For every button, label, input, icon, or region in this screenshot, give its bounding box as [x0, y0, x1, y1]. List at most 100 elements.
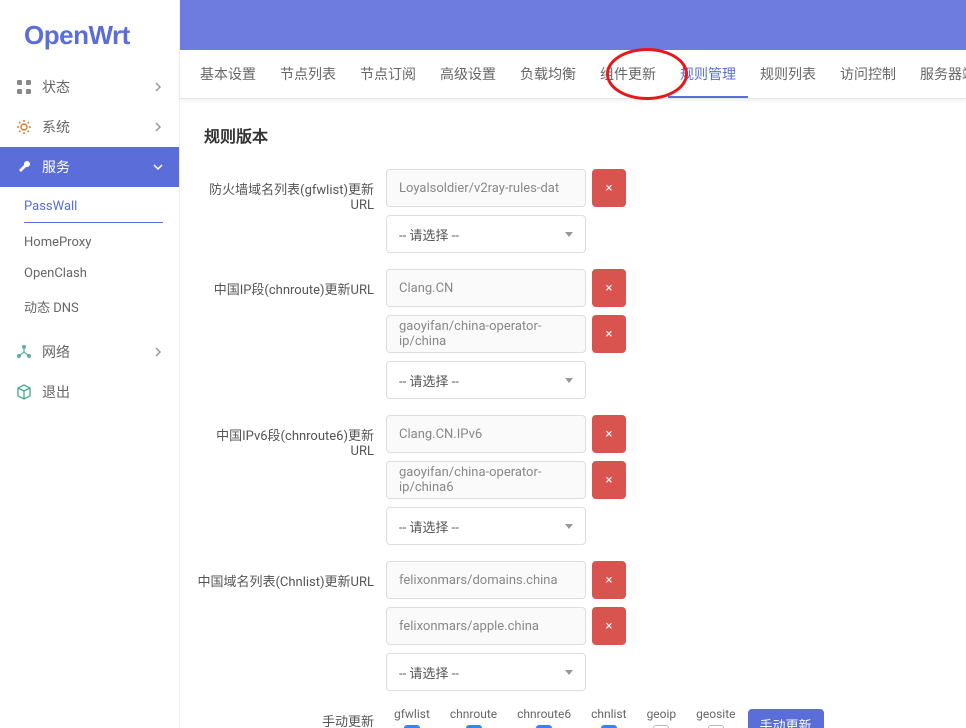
form-label-chnroute: 中国IP段(chnroute)更新URL: [196, 269, 386, 298]
chk-group-chnroute6: chnroute6 ✓: [517, 707, 571, 728]
section-title: 规则版本: [196, 123, 950, 147]
close-icon: ×: [606, 619, 613, 634]
sidebar: OpenWrt 状态 系统: [0, 0, 180, 728]
chevron-right-icon: [153, 347, 163, 357]
tab-rule-list[interactable]: 规则列表: [748, 50, 828, 98]
input-value: felixonmars/domains.china: [399, 573, 558, 588]
chevron-down-icon: [153, 162, 163, 172]
gear-icon: [16, 119, 32, 135]
network-icon: [16, 344, 32, 360]
checkbox-label: chnroute6: [517, 707, 571, 721]
checkbox-label: chnlist: [591, 707, 626, 721]
sidebar-item-network[interactable]: 网络: [0, 332, 179, 372]
sidebar-item-status[interactable]: 状态: [0, 67, 179, 107]
input-value: Loyalsoldier/v2ray-rules-dat: [399, 181, 559, 196]
checkbox-label: gfwlist: [394, 707, 430, 721]
chk-group-chnroute: chnroute ✓: [450, 707, 497, 728]
chk-group-chnlist: chnlist ✓: [591, 707, 626, 728]
form-row-manual-update: 手动更新 gfwlist ✓ chnroute ✓ chnroute6: [196, 707, 950, 728]
tab-advanced[interactable]: 高级设置: [428, 50, 508, 98]
subnav-item-homeproxy[interactable]: HomeProxy: [0, 227, 179, 258]
form-row-gfwlist: 防火墙域名列表(gfwlist)更新URL Loyalsoldier/v2ray…: [196, 169, 950, 261]
chevron-right-icon: [153, 82, 163, 92]
chk-group-geosite: geosite: [696, 707, 735, 728]
close-icon: ×: [606, 427, 613, 442]
tab-component-update[interactable]: 组件更新: [588, 50, 668, 98]
input-value: Clang.CN: [399, 281, 453, 296]
chnroute-url-input-0[interactable]: Clang.CN: [386, 269, 586, 307]
manual-update-button[interactable]: 手动更新: [748, 709, 824, 728]
select-placeholder: -- 请选择 --: [399, 663, 459, 682]
chnroute6-select[interactable]: -- 请选择 --: [386, 507, 586, 545]
sidebar-item-label: 服务: [42, 157, 153, 177]
main-area: 基本设置 节点列表 节点订阅 高级设置 负载均衡 组件更新 规则管理 规则列表 …: [180, 0, 966, 728]
tab-node-list[interactable]: 节点列表: [268, 50, 348, 98]
tab-node-subscribe[interactable]: 节点订阅: [348, 50, 428, 98]
tab-basic-settings[interactable]: 基本设置: [188, 50, 268, 98]
checkbox-label: chnroute: [450, 707, 497, 721]
sidebar-item-system[interactable]: 系统: [0, 107, 179, 147]
form-row-chnroute6: 中国IPv6段(chnroute6)更新URL Clang.CN.IPv6 × …: [196, 415, 950, 553]
close-icon: ×: [606, 281, 613, 296]
chnlist-select[interactable]: -- 请选择 --: [386, 653, 586, 691]
checkbox-label: geoip: [647, 707, 677, 721]
content-area: 规则版本 防火墙域名列表(gfwlist)更新URL Loyalsoldier/…: [180, 99, 966, 728]
chnroute-select[interactable]: -- 请选择 --: [386, 361, 586, 399]
checkbox-label: geosite: [696, 707, 735, 721]
tabbar: 基本设置 节点列表 节点订阅 高级设置 负载均衡 组件更新 规则管理 规则列表 …: [180, 50, 966, 99]
sidebar-item-services[interactable]: 服务: [0, 147, 179, 187]
input-value: Clang.CN.IPv6: [399, 427, 482, 442]
delete-button[interactable]: ×: [592, 561, 626, 599]
chk-group-gfwlist: gfwlist ✓: [394, 707, 430, 728]
form-label-manual-update: 手动更新: [196, 707, 386, 728]
form-label-chnlist: 中国域名列表(Chnlist)更新URL: [196, 561, 386, 590]
input-value: gaoyifan/china-operator-ip/china: [399, 319, 573, 349]
close-icon: ×: [606, 573, 613, 588]
close-icon: ×: [606, 327, 613, 342]
chevron-down-icon: [565, 232, 573, 237]
brand-logo: OpenWrt: [0, 0, 179, 67]
chnlist-url-input-1[interactable]: felixonmars/apple.china: [386, 607, 586, 645]
chnroute-url-input-1[interactable]: gaoyifan/china-operator-ip/china: [386, 315, 586, 353]
brand-suffix: Wrt: [88, 20, 129, 50]
subnav-item-passwall[interactable]: PassWall: [24, 191, 163, 223]
sidebar-item-label: 退出: [42, 382, 163, 402]
close-icon: ×: [606, 181, 613, 196]
form-label-gfwlist: 防火墙域名列表(gfwlist)更新URL: [196, 169, 386, 213]
delete-button[interactable]: ×: [592, 269, 626, 307]
tab-rule-manage[interactable]: 规则管理: [668, 50, 748, 98]
form-row-chnlist: 中国域名列表(Chnlist)更新URL felixonmars/domains…: [196, 561, 950, 699]
topbar: [180, 0, 966, 50]
sidebar-item-label: 状态: [42, 77, 153, 97]
chnroute6-url-input-0[interactable]: Clang.CN.IPv6: [386, 415, 586, 453]
gfwlist-select[interactable]: -- 请选择 --: [386, 215, 586, 253]
select-placeholder: -- 请选择 --: [399, 225, 459, 244]
tab-access-control[interactable]: 访问控制: [828, 50, 908, 98]
tab-server[interactable]: 服务器端: [908, 50, 966, 98]
delete-button[interactable]: ×: [592, 607, 626, 645]
select-placeholder: -- 请选择 --: [399, 517, 459, 536]
chevron-down-icon: [565, 378, 573, 383]
sidebar-item-logout[interactable]: 退出: [0, 372, 179, 412]
chnroute6-url-input-1[interactable]: gaoyifan/china-operator-ip/china6: [386, 461, 586, 499]
delete-button[interactable]: ×: [592, 415, 626, 453]
delete-button[interactable]: ×: [592, 461, 626, 499]
gfwlist-url-input-0[interactable]: Loyalsoldier/v2ray-rules-dat: [386, 169, 586, 207]
chevron-right-icon: [153, 122, 163, 132]
chk-group-geoip: geoip: [647, 707, 677, 728]
delete-button[interactable]: ×: [592, 315, 626, 353]
close-icon: ×: [606, 473, 613, 488]
input-value: felixonmars/apple.china: [399, 619, 539, 634]
nav-list: 状态 系统 服务: [0, 67, 179, 412]
cube-icon: [16, 384, 32, 400]
wrench-icon: [16, 159, 32, 175]
chnlist-url-input-0[interactable]: felixonmars/domains.china: [386, 561, 586, 599]
delete-button[interactable]: ×: [592, 169, 626, 207]
chevron-down-icon: [565, 670, 573, 675]
subnav-item-openclash[interactable]: OpenClash: [0, 258, 179, 289]
chevron-down-icon: [565, 524, 573, 529]
subnav-item-ddns[interactable]: 动态 DNS: [0, 289, 179, 324]
form-label-chnroute6: 中国IPv6段(chnroute6)更新URL: [196, 415, 386, 459]
tab-load-balance[interactable]: 负载均衡: [508, 50, 588, 98]
form-row-chnroute: 中国IP段(chnroute)更新URL Clang.CN × gaoyifan…: [196, 269, 950, 407]
